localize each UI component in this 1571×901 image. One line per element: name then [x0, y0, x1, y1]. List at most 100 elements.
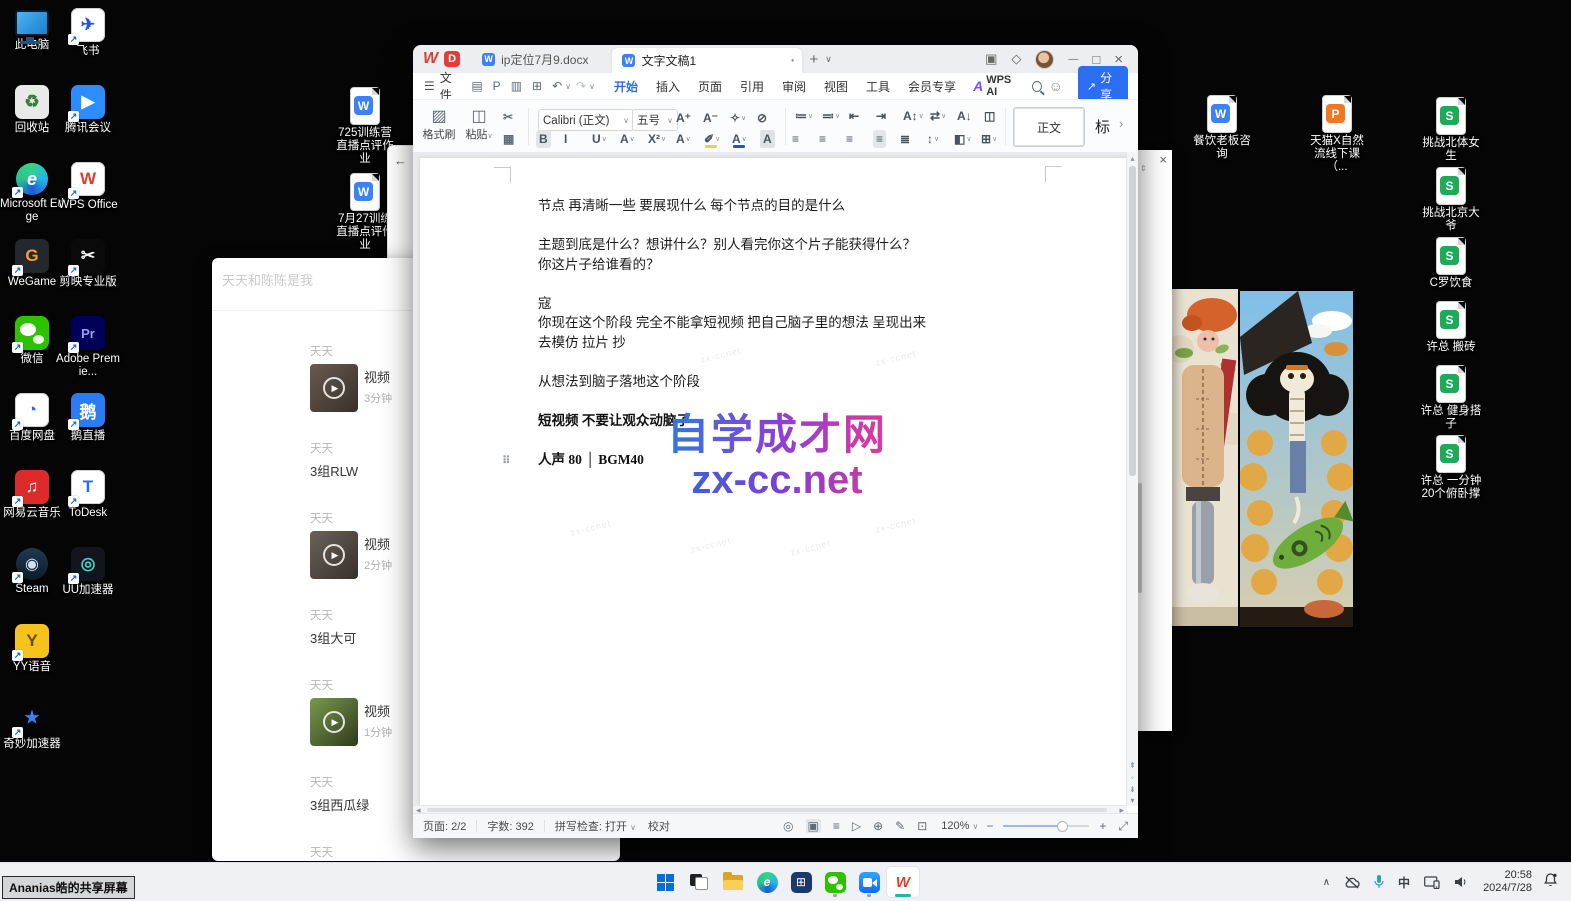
background-window-right-edge[interactable]: × ⇕	[1138, 150, 1172, 731]
format-painter-button[interactable]: ▨ 格式刷	[420, 106, 458, 142]
underline-button[interactable]: U∨	[592, 130, 607, 148]
wps-writer-window[interactable]: W D W ip定位7月9.docx W 文字文稿1 ● + ∨ ▣ ◇ — □…	[413, 45, 1138, 838]
cloud-offline-icon[interactable]	[1344, 876, 1360, 889]
chat-video-message[interactable]: 天天▶视频2分钟56秒	[310, 844, 620, 861]
document-tab-1[interactable]: W ip定位7月9.docx	[472, 47, 598, 71]
wps-taskbar-button[interactable]: W	[886, 866, 920, 898]
desktop-icon-wps-office[interactable]: W↗WPS Office	[56, 162, 120, 212]
wrap-settings-button[interactable]: ⇄∨	[930, 107, 946, 125]
bullets-button[interactable]: ≔∨	[795, 107, 813, 125]
undo-button[interactable]: ↶	[552, 79, 562, 93]
close-button[interactable]: ×	[1114, 51, 1123, 68]
paste-button[interactable]: ◫ 粘贴∨	[460, 106, 498, 142]
microsoft-store-button[interactable]: ⊞	[784, 866, 818, 898]
text-effects-button[interactable]: ✧∨	[730, 109, 746, 127]
desktop-icon-wechat[interactable]: ↗微信	[0, 316, 64, 366]
numbering-button[interactable]: ≕∨	[822, 107, 840, 125]
doc-line[interactable]: 从想法到脑子落地这个阶段	[538, 372, 1091, 392]
clock[interactable]: 20:58 2024/7/28	[1483, 869, 1532, 895]
read-mode-button[interactable]: ▷	[852, 819, 861, 833]
desktop-icon-video-cluo-diet[interactable]: SC罗饮食	[1419, 238, 1483, 290]
scroll-down-icon[interactable]: ▾	[1127, 796, 1138, 805]
paragraph-shading-button[interactable]: ◧∨	[954, 130, 971, 148]
ribbon-tab-5[interactable]: 视图	[824, 78, 848, 95]
doc-line[interactable]: 去模仿 拉片 抄	[538, 333, 1091, 353]
eye-protection-mode-button[interactable]: ◎	[783, 819, 793, 833]
ribbon-tab-home[interactable]: 开始	[614, 78, 638, 95]
document-page[interactable]: 节点 再清晰一些 要展现什么 每个节点的目的是什么 主题到底是什么？想讲什么？别…	[420, 158, 1127, 806]
bold-button[interactable]: B	[536, 130, 551, 148]
doc-line[interactable]: 主题到底是什么？想讲什么？别人看完你这个片子能获得什么？	[538, 235, 1091, 255]
video-thumbnail[interactable]: ▶	[310, 364, 358, 412]
wps-statusbar[interactable]: 页面: 2/2 字数: 392 拼写检查: 打开 ∨ 校对 ◎▣≡▷⊕✎⊡ 12…	[413, 813, 1138, 838]
quick-access-toolbar[interactable]: ▤P▥⊞↶∨↷∨	[466, 79, 595, 93]
new-tab-button[interactable]: +	[809, 51, 818, 68]
zoom-in-button[interactable]: +	[1099, 819, 1106, 833]
edit-pen-button[interactable]: ✎	[895, 819, 905, 833]
edge-button[interactable]: e	[750, 866, 784, 898]
wps-ai-button[interactable]: A WPS AI	[973, 74, 1018, 98]
maximize-button[interactable]: □	[1092, 52, 1100, 67]
strikethrough-button[interactable]: A∨	[620, 130, 635, 148]
ribbon-tab-2[interactable]: 页面	[698, 78, 722, 95]
start-button[interactable]	[648, 866, 682, 898]
superscript-button[interactable]: X²∨	[648, 130, 666, 148]
desktop-icon-doc-restaurant[interactable]: W餐饮老板咨询	[1190, 96, 1254, 161]
wechat-taskbar-button[interactable]	[818, 866, 852, 898]
ribbon-tab-6[interactable]: 工具	[866, 78, 890, 95]
fullscreen-button[interactable]: ⤢	[1118, 819, 1128, 834]
desktop-icon-microsoft-edge[interactable]: e↗Microsoft Edge	[0, 162, 64, 224]
font-color-button[interactable]: A∨	[732, 130, 747, 148]
search-icon[interactable]	[1032, 81, 1042, 92]
account-avatar[interactable]	[1035, 50, 1054, 69]
clear-formatting-button[interactable]: ⊘	[757, 109, 767, 127]
video-thumbnail[interactable]: ▶	[310, 531, 358, 579]
desktop-icon-uu-accelerator[interactable]: ◎↗UU加速器	[56, 547, 120, 597]
copy-button[interactable]: ▦	[503, 130, 514, 148]
export-pdf-button[interactable]: P	[493, 79, 501, 93]
phonetic-guide-button[interactable]: A∨	[676, 130, 691, 148]
doc-line[interactable]	[538, 274, 1091, 294]
desktop-icon-adobe-premiere[interactable]: Pr↗Adobe Premie...	[56, 316, 120, 379]
microphone-icon[interactable]	[1374, 875, 1384, 889]
tencent-meeting-taskbar-button[interactable]	[852, 866, 886, 898]
increase-font-size-button[interactable]: A⁺	[676, 109, 691, 127]
desktop-icon-netease-cloud-music[interactable]: ♫↗网易云音乐	[0, 470, 64, 520]
tab-list-caret-icon[interactable]: ∨	[825, 54, 832, 65]
ribbon-tab-strip[interactable]: 开始插入页面引用审阅视图工具会员专享	[605, 78, 965, 95]
speaker-icon[interactable]	[1454, 876, 1468, 888]
ribbon-tab-1[interactable]: 插入	[656, 78, 680, 95]
desktop-icon-feishu[interactable]: ✈↗飞书	[56, 8, 120, 58]
wps-logo-icon[interactable]: W	[423, 50, 438, 68]
borders-button[interactable]: ⊞∨	[981, 130, 997, 148]
desktop-icon-video-xuzong-fuwocheng[interactable]: S许总 一分钟20个俯卧撑	[1419, 436, 1483, 501]
hidden-icons-chevron[interactable]: ∧	[1323, 877, 1330, 888]
taskbar-center-icons[interactable]: e ⊞ W	[648, 866, 920, 898]
desktop-icon-video-beiti-girl[interactable]: S挑战北体女生	[1419, 98, 1483, 163]
view-mode-icons[interactable]: ◎▣≡▷⊕✎⊡	[777, 819, 933, 833]
vertical-scrollbar[interactable]: ▴ ⇞ ◦ ⇟ ▾	[1126, 152, 1138, 806]
doc-line[interactable]	[538, 391, 1091, 411]
align-right-button[interactable]: ≡	[846, 130, 853, 148]
document-text[interactable]: 节点 再清晰一些 要展现什么 每个节点的目的是什么 主题到底是什么？想讲什么？别…	[538, 196, 1091, 469]
print-button[interactable]: ▥	[511, 79, 522, 93]
wps-ribbon[interactable]: ▨ 格式刷 ◫ 粘贴∨ ✂▦ Calibri (正文) ∨ 五号 ∨ A⁺A⁻✧…	[413, 99, 1138, 154]
desktop-icon-tencent-meeting[interactable]: ▶↗腾讯会议	[56, 85, 120, 135]
align-left-button[interactable]: ≡	[792, 130, 799, 148]
smiley-feedback-icon[interactable]: ☺	[1049, 78, 1063, 94]
more-tools-button[interactable]: ⊞	[532, 79, 542, 93]
task-view-button[interactable]	[682, 866, 716, 898]
zoom-out-button[interactable]: −	[986, 819, 993, 833]
browse-object-icon[interactable]: ◦	[1127, 773, 1138, 782]
text-direction-button[interactable]: A↕∨	[903, 107, 924, 125]
doc-line[interactable]: 你现在这个阶段 完全不能拿短视频 把自己脑子里的想法 呈现出来	[538, 313, 1091, 333]
redo-button[interactable]: ↷	[576, 79, 586, 93]
file-menu[interactable]: ☰ 文件	[424, 69, 458, 103]
style-normal[interactable]: 正文	[1013, 107, 1085, 147]
cast-screen-icon[interactable]	[1424, 876, 1440, 889]
notification-bell-icon[interactable]	[1544, 873, 1557, 892]
doc-line[interactable]	[538, 430, 1091, 450]
desktop-icon-video-xuzong-jianshen[interactable]: S许总 健身搭子	[1419, 366, 1483, 431]
proofread-button[interactable]: 校对	[648, 818, 670, 834]
style-gallery-more[interactable]: ›	[1119, 116, 1123, 131]
